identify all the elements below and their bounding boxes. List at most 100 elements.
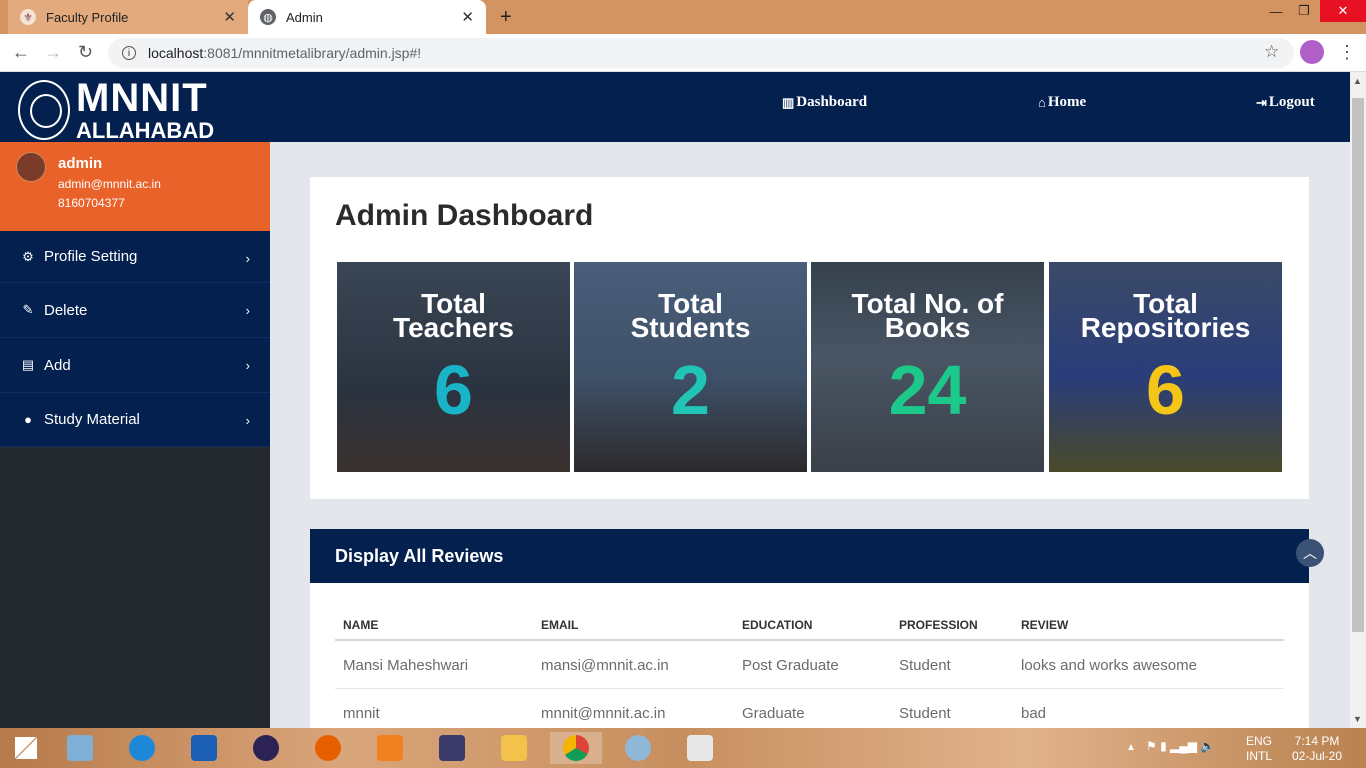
tray-expand-icon[interactable]: ▲ [1126,740,1136,755]
sidebar-item-delete[interactable]: ✎ Delete › [0,283,270,338]
sidebar-item-label: Add [44,356,71,374]
back-arrow-icon[interactable]: ← [12,42,30,63]
user-phone: 8160704377 [58,196,125,210]
user-email: admin@mnnit.ac.in [58,177,161,191]
site-favicon-icon: ⚜ [20,9,36,25]
document-app-icon[interactable] [674,732,726,764]
column-header-review[interactable]: REVIEW [1013,611,1284,641]
notes-app-icon[interactable] [54,732,106,764]
stat-total-students[interactable]: Total Students 2 [574,262,807,472]
bar-chart-icon: ▥ [782,94,795,110]
dashboard-card: Admin Dashboard Total Teachers 6 Total Stu… [310,177,1309,499]
window-close-icon[interactable]: ✕ [1320,0,1366,22]
sidebar-item-label: Profile Setting [44,248,138,265]
reviews-header: Display All Reviews [310,529,1309,583]
forward-arrow-icon[interactable]: → [44,42,62,63]
sidebar: admin admin@mnnit.ac.in 8160704377 ⚙ Pro… [0,142,270,728]
home-icon: ⌂ [1038,94,1046,110]
cell-name: mnnit [335,688,533,728]
tab-admin[interactable]: ◍ Admin ✕ [248,0,486,34]
book-icon: ▤ [21,357,35,372]
stat-value: 6 [1146,351,1185,429]
reviews-panel: NAME EMAIL EDUCATION PROFESSION REVIEW M… [310,583,1309,728]
nav-logout-label: Logout [1268,94,1315,110]
stat-value: 24 [888,351,967,429]
site-info-icon[interactable]: i [122,46,136,60]
clock-date: 02-Jul-20 [1292,749,1343,763]
java-ee-ide-icon[interactable] [426,732,478,764]
stat-label: Total Students [574,290,807,342]
scrollbar-thumb[interactable] [1352,98,1364,632]
bookmark-star-icon[interactable]: ☆ [1264,42,1279,62]
windows-start-icon[interactable] [0,732,52,764]
sidebar-item-add[interactable]: ▤ Add › [0,338,270,393]
institute-seal-icon [18,80,70,140]
logo-text-line2: ALLAHABAD [76,118,215,143]
paint-icon[interactable] [612,732,664,764]
table-row: Mansi Maheshwari mansi@mnnit.ac.in Post … [335,640,1284,689]
chevron-right-icon: › [245,358,250,373]
stat-total-repositories[interactable]: Total Repositories 6 [1049,262,1282,472]
scroll-up-arrow-icon[interactable]: ▲ [1353,76,1362,86]
app-viewport: MNNIT ALLAHABAD ▥ Dashboard ⌂ Home ⇥ Log… [0,72,1350,728]
chevron-right-icon: › [245,413,250,428]
close-tab-icon[interactable]: ✕ [461,8,474,26]
browser-menu-icon[interactable]: ⋮ [1338,42,1356,63]
chevron-right-icon: › [245,251,250,266]
mnnit-logo[interactable]: MNNIT ALLAHABAD [18,78,214,142]
chrome-icon[interactable] [550,732,602,764]
file-explorer-icon[interactable] [488,732,540,764]
stat-label-line2: Repositories [1080,312,1251,343]
close-tab-icon[interactable]: ✕ [223,8,236,26]
language-indicator[interactable]: ENG INTL [1246,734,1272,764]
column-header-email[interactable]: EMAIL [533,611,734,641]
nav-home-link[interactable]: ⌂ Home [1038,94,1086,111]
stat-label-line2: Teachers [393,312,514,343]
sidebar-item-study-material[interactable]: ● Study Material › [0,393,270,447]
eclipse-icon[interactable] [240,732,292,764]
column-header-name[interactable]: NAME [335,611,533,641]
stat-total-books[interactable]: Total No. of Books 24 [811,262,1044,472]
reload-icon[interactable]: ↻ [78,42,93,63]
cell-name: Mansi Maheshwari [335,640,533,689]
nav-logout-link[interactable]: ⇥ Logout [1256,94,1315,111]
wrench-app-icon[interactable] [116,732,168,764]
stat-label: Total Repositories [1049,290,1282,343]
url-bar[interactable]: i localhost:8081/mnnitmetalibrary/admin.… [108,38,1294,68]
nav-dashboard-label: Dashboard [796,94,868,110]
logout-icon: ⇥ [1256,94,1267,110]
vertical-scrollbar[interactable]: ▲ ▼ [1350,72,1366,728]
cell-email: mansi@mnnit.ac.in [533,640,734,689]
restore-icon[interactable]: ❐ [1292,0,1316,22]
chevron-right-icon: › [245,303,250,318]
stat-value: 6 [434,351,473,429]
nav-home-label: Home [1047,94,1087,110]
scroll-down-arrow-icon[interactable]: ▼ [1353,714,1362,724]
tray-status-icons[interactable]: ⚑ ▮ ▂▄▆ 🔈 [1146,739,1215,754]
shield-app-icon[interactable] [178,732,230,764]
chevron-up-icon[interactable]: ︿ [1296,539,1324,567]
tab-title: Admin [286,9,323,25]
stat-label: Total Teachers [337,290,570,343]
pdf-app-icon[interactable] [364,732,416,764]
url-path: :8081/mnnitmetalibrary/admin.jsp#! [203,45,422,61]
avatar[interactable] [16,152,46,182]
reviews-table: NAME EMAIL EDUCATION PROFESSION REVIEW M… [335,611,1284,728]
minimize-icon[interactable]: — [1262,0,1290,22]
cell-email: mnnit@mnnit.ac.in [533,688,734,728]
new-tab-icon[interactable]: + [500,6,512,29]
stat-label-line2: Books [884,312,971,343]
profile-avatar[interactable] [1300,40,1324,64]
tab-faculty-profile[interactable]: ⚜ Faculty Profile ✕ [8,0,248,34]
pencil-icon: ✎ [22,302,34,317]
nav-dashboard-link[interactable]: ▥ Dashboard [782,94,867,111]
firefox-icon[interactable] [302,732,354,764]
column-header-profession[interactable]: PROFESSION [891,611,1013,641]
stat-total-teachers[interactable]: Total Teachers 6 [337,262,570,472]
cell-education: Post Graduate [734,640,891,689]
column-header-education[interactable]: EDUCATION [734,611,891,641]
cell-profession: Student [891,688,1013,728]
system-clock[interactable]: 7:14 PM 02-Jul-20 [1292,734,1342,764]
sidebar-item-profile-setting[interactable]: ⚙ Profile Setting › [0,231,270,283]
stat-value: 2 [671,351,710,429]
